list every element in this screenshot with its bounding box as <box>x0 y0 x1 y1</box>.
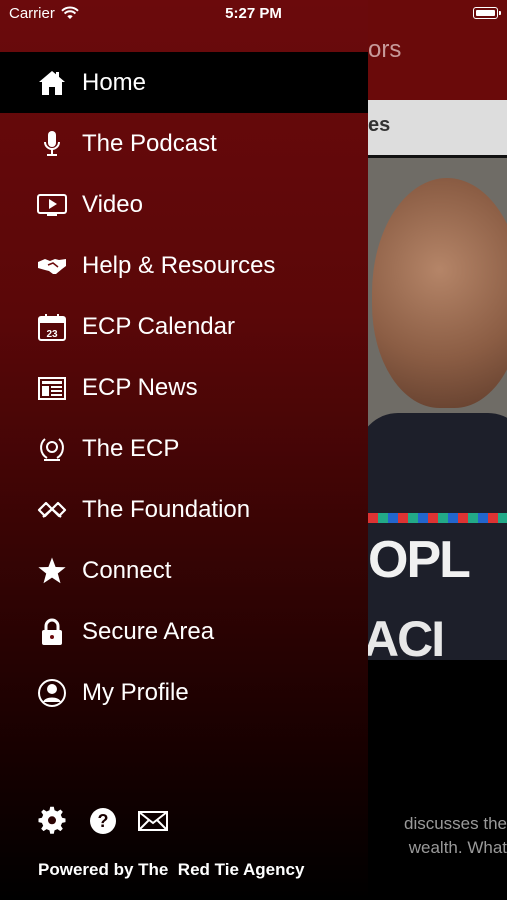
newspaper-icon <box>37 373 67 403</box>
menu-item-label: Video <box>82 190 143 218</box>
photo-shirt-text-1: OPL <box>368 531 471 589</box>
menu-item-label: The Podcast <box>82 129 217 157</box>
background-dark-panel <box>368 660 507 900</box>
ecp-logo-icon <box>37 434 67 464</box>
menu-item-label: ECP Calendar <box>82 312 235 340</box>
menu-item-video[interactable]: Video <box>0 174 368 235</box>
help-glyph: ? <box>98 811 109 831</box>
menu-item-home[interactable]: Home <box>0 52 368 113</box>
home-icon <box>37 68 67 98</box>
background-header-title: ors <box>368 36 402 63</box>
menu-item-secure-area[interactable]: Secure Area <box>0 601 368 662</box>
menu-item-help-resources[interactable]: Help & Resources <box>0 235 368 296</box>
background-tab-label: es <box>368 114 391 136</box>
calendar-day-number: 23 <box>46 329 58 340</box>
menu-item-label: ECP News <box>82 373 198 401</box>
powered-by-link[interactable]: Powered by The Red Tie Agency <box>38 860 304 880</box>
handshake-icon <box>37 251 67 281</box>
menu-item-label: My Profile <box>82 678 189 706</box>
profile-icon <box>37 678 67 708</box>
photo-shirt-stripe <box>368 513 507 523</box>
status-time: 5:27 PM <box>225 5 282 22</box>
foundation-icon <box>37 495 67 525</box>
lock-icon <box>37 617 67 647</box>
background-featured-photo[interactable]: OPL ACI <box>368 158 507 703</box>
menu-item-foundation[interactable]: The Foundation <box>0 479 368 540</box>
menu-item-label: The ECP <box>82 434 180 462</box>
drawer-footer-icons: ? <box>0 800 368 840</box>
menu-item-label: Secure Area <box>82 617 215 645</box>
video-icon <box>37 190 67 220</box>
menu-item-the-ecp[interactable]: The ECP <box>0 418 368 479</box>
menu-item-label: The Foundation <box>82 495 251 523</box>
menu-item-calendar[interactable]: 23 ECP Calendar <box>0 296 368 357</box>
background-body-text: discusses the wealth. What <box>404 814 507 857</box>
gear-icon[interactable] <box>37 806 67 836</box>
menu-item-my-profile[interactable]: My Profile <box>0 662 368 723</box>
menu-item-connect[interactable]: Connect <box>0 540 368 601</box>
star-icon <box>37 556 67 586</box>
mail-icon[interactable] <box>138 806 168 836</box>
help-icon[interactable]: ? <box>88 806 118 836</box>
menu-item-podcast[interactable]: The Podcast <box>0 113 368 174</box>
photo-head <box>372 178 507 408</box>
calendar-icon: 23 <box>37 312 67 342</box>
microphone-icon <box>37 129 67 159</box>
menu-item-label: Connect <box>82 556 172 584</box>
side-drawer: Home The Podcast Video Help & Resources … <box>0 0 368 900</box>
battery-icon <box>473 7 501 19</box>
menu-item-label: Home <box>82 68 147 96</box>
menu-item-label: Help & Resources <box>82 251 276 279</box>
menu-item-news[interactable]: ECP News <box>0 357 368 418</box>
status-bar: Carrier 5:27 PM <box>0 0 507 28</box>
